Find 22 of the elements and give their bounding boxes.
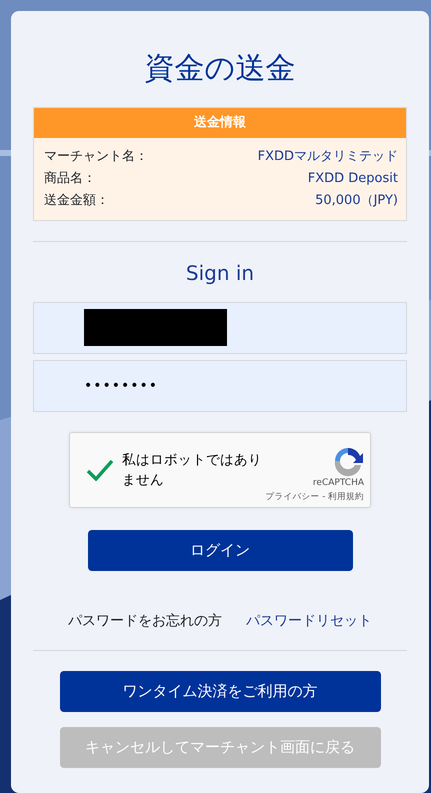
captcha-label: 私はロボットではありません xyxy=(122,450,263,490)
forgot-password-text: パスワードをお忘れの方 xyxy=(68,612,222,630)
login-button[interactable]: ログイン xyxy=(88,530,352,570)
captcha-icon xyxy=(332,445,364,478)
action-button[interactable]: ワンタイム決済をご利用の方 xyxy=(60,670,380,712)
captcha-brand: reCAPTCHA xyxy=(312,477,364,490)
panel-header: 送金情報 xyxy=(34,108,406,138)
section-heading: Sign in xyxy=(184,260,256,286)
checkmark-icon[interactable] xyxy=(86,458,114,480)
terms-link[interactable]: 利用規約 xyxy=(328,492,364,502)
info-label: 商品名： xyxy=(44,170,96,188)
privacy-link[interactable]: プライバシー xyxy=(266,492,320,502)
password-reset-link[interactable]: パスワードリセット xyxy=(246,610,372,632)
info-label: 送金金額： xyxy=(44,192,109,210)
info-label: マーチャント名： xyxy=(44,148,148,166)
info-value: 50,000（JPY) xyxy=(315,192,398,210)
info-value: FXDDマルタリミテッド xyxy=(258,148,398,166)
info-value: FXDD Deposit xyxy=(308,170,398,188)
username-field[interactable] xyxy=(33,302,407,354)
page-title: 資金の送金 xyxy=(144,50,296,87)
password-field[interactable]: •••••••• xyxy=(33,360,407,412)
link-separator: - xyxy=(321,492,326,502)
